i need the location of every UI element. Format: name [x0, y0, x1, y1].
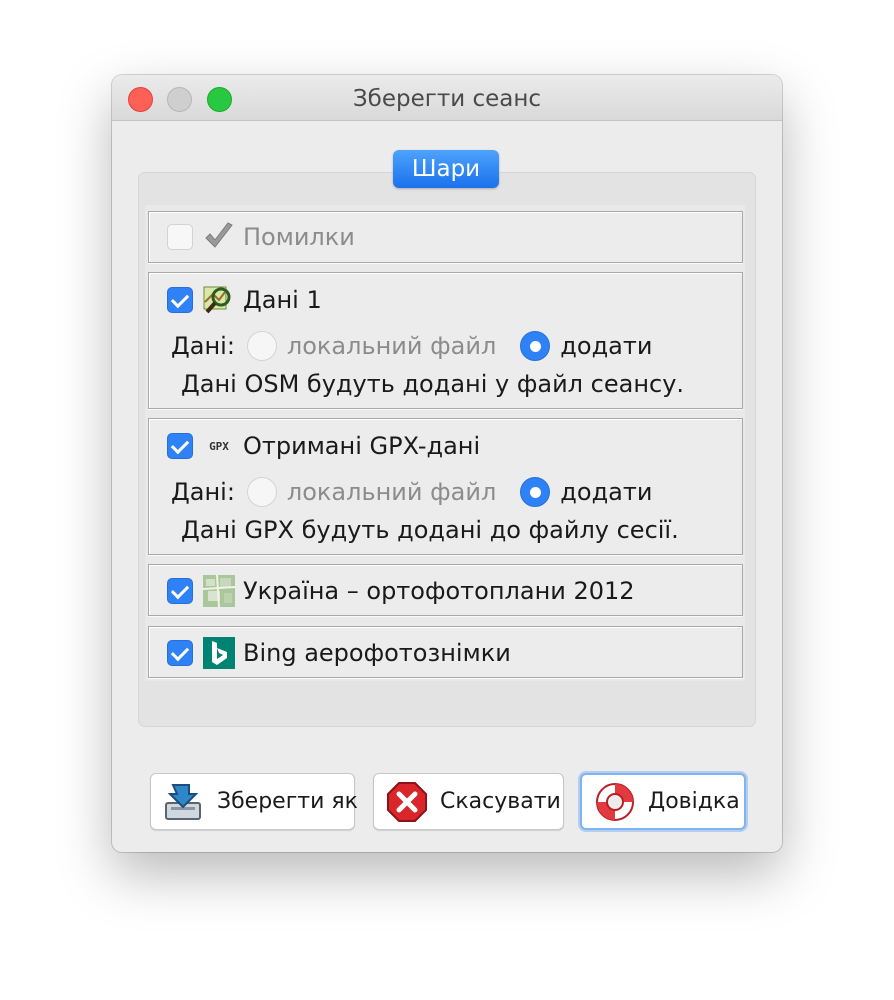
layer-label-gpx: Отримані GPX-дані: [243, 432, 481, 460]
layer-note-data1: Дані OSM будуть додані у файл сеансу.: [181, 370, 685, 398]
save-as-button[interactable]: Зберегти як: [150, 773, 358, 830]
layer-panel-errors: Помилки: [148, 211, 743, 263]
layer-checkbox-ukraine-imagery[interactable]: [167, 578, 193, 604]
gpx-icon: GPX: [209, 439, 229, 453]
layer-checkbox-data1[interactable]: [167, 287, 193, 313]
osm-data-icon: [203, 284, 235, 316]
layer-label-data1: Дані 1: [243, 286, 322, 314]
layer-panel-bing: Bing аерофотознімки: [148, 626, 743, 678]
radio-add-data1[interactable]: [520, 331, 551, 361]
imagery-icon: [203, 575, 235, 607]
help-label: Довідка: [648, 789, 740, 814]
validator-check-icon: [203, 221, 235, 253]
save-session-dialog: Зберегти сеанс Шари Помилки Дані 1 Дані:…: [112, 75, 782, 852]
save-as-icon: [165, 783, 201, 820]
layer-label-ukraine-imagery: Україна – ортофотоплани 2012: [243, 577, 635, 605]
option-local-file-label: локальний файл: [286, 332, 497, 360]
data-mode-label: Дані:: [171, 332, 235, 360]
layer-checkbox-bing[interactable]: [167, 640, 193, 666]
layer-label-bing: Bing аерофотознімки: [243, 639, 511, 667]
layer-panel-ukraine-imagery: Україна – ортофотоплани 2012: [148, 564, 743, 616]
radio-local-file-gpx[interactable]: [246, 477, 277, 507]
layer-panel-data1: Дані 1 Дані: локальний файл додати Дані …: [148, 272, 743, 409]
lifebuoy-help-icon: [596, 782, 634, 821]
layer-checkbox-gpx[interactable]: [167, 433, 193, 459]
data-mode-label: Дані:: [171, 478, 235, 506]
window-title: Зберегти сеанс: [352, 86, 542, 112]
layers-group-tab: Шари: [393, 150, 499, 188]
layer-panel-gpx: GPX Отримані GPX-дані Дані: локальний фа…: [148, 418, 743, 555]
radio-add-gpx[interactable]: [520, 477, 551, 507]
radio-local-file-data1[interactable]: [246, 331, 277, 361]
layer-note-gpx: Дані GPX будуть додані до файлу сесії.: [181, 516, 679, 544]
cancel-icon: [387, 781, 427, 822]
option-local-file-label: локальний файл: [286, 478, 497, 506]
option-add-label: додати: [560, 478, 653, 506]
option-add-label: додати: [560, 332, 653, 360]
bing-icon: [203, 637, 235, 669]
cancel-label: Скасувати: [440, 789, 561, 814]
title-bar[interactable]: Зберегти сеанс: [112, 75, 782, 121]
cancel-button[interactable]: Скасувати: [373, 773, 564, 830]
layer-checkbox-errors[interactable]: [167, 224, 193, 250]
save-as-label: Зберегти як: [217, 789, 358, 814]
help-button[interactable]: Довідка: [580, 773, 746, 830]
layer-label-errors: Помилки: [243, 223, 355, 251]
